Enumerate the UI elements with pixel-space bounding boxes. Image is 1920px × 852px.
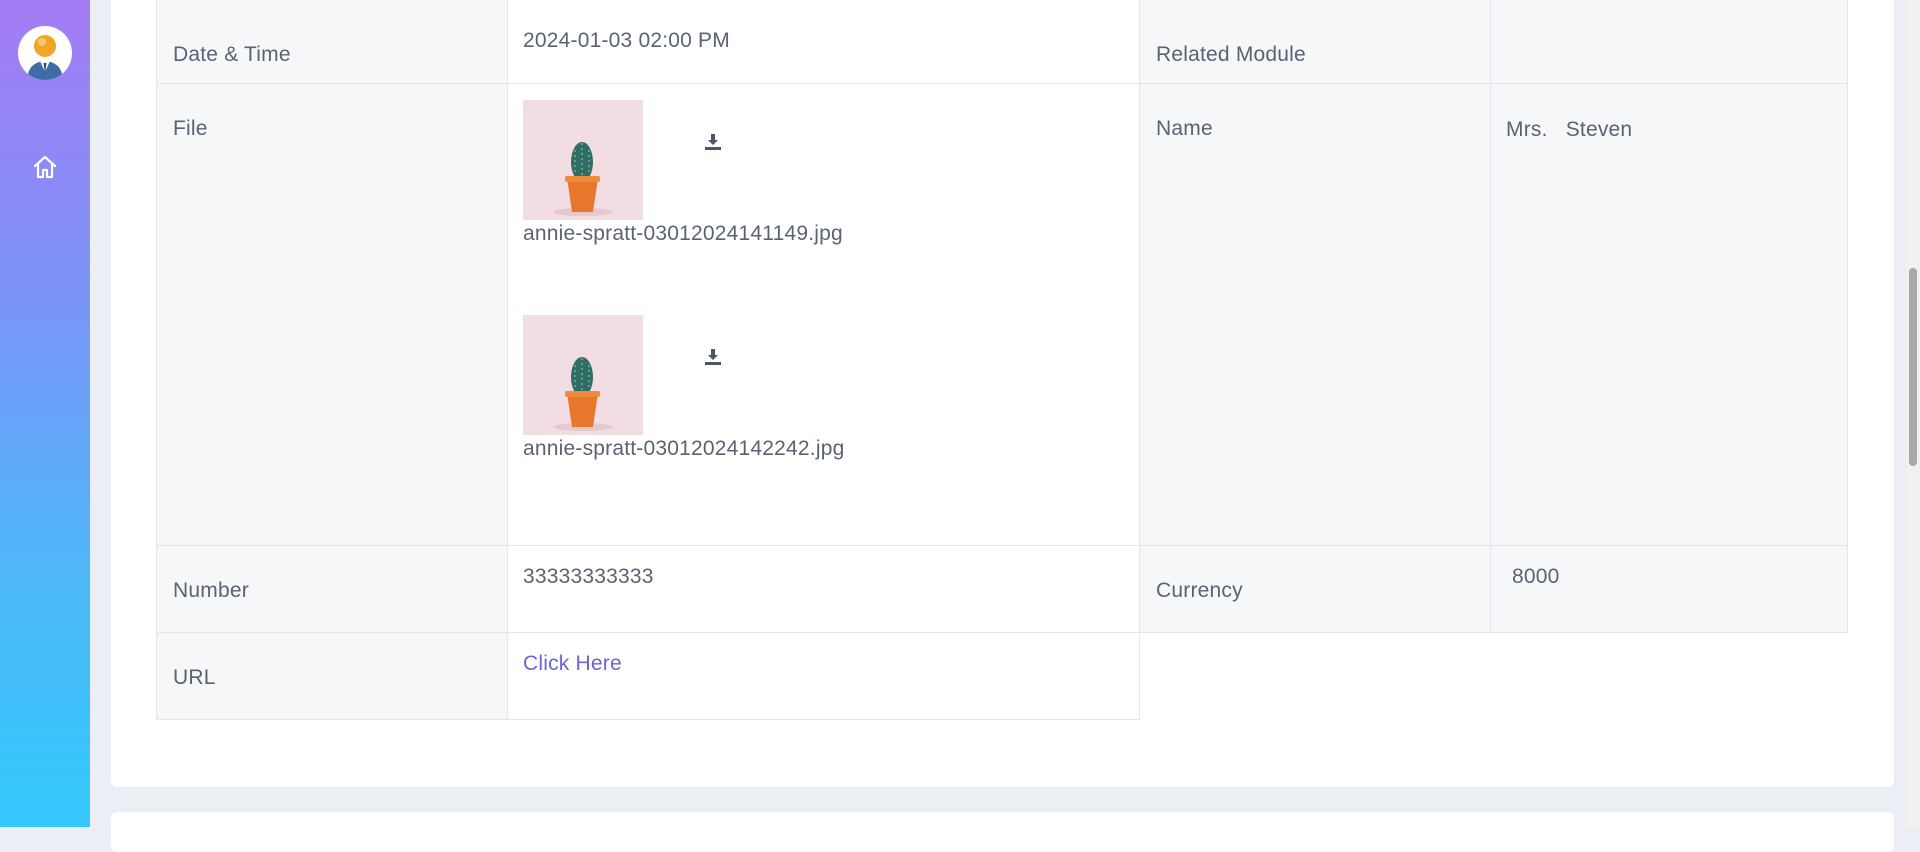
file-thumbnail-2[interactable] <box>523 315 643 435</box>
number-label: Number <box>173 579 249 602</box>
file-thumbnail-1[interactable] <box>523 100 643 220</box>
number-label-cell: Number <box>156 545 508 633</box>
avatar-image <box>19 27 71 80</box>
currency-value: 8000 <box>1506 565 1560 588</box>
url-label: URL <box>173 666 216 689</box>
sidebar <box>0 0 90 827</box>
download-icon[interactable] <box>703 347 723 367</box>
related-module-label-cell: Related Module <box>1139 0 1491 84</box>
currency-label-cell: Currency <box>1139 545 1491 633</box>
file-label: File <box>173 117 208 140</box>
number-value: 33333333333 <box>523 565 654 588</box>
name-value-cell: Mrs. Steven <box>1490 83 1848 546</box>
date-time-value: 2024-01-03 02:00 PM <box>523 29 730 52</box>
name-value: Mrs. Steven <box>1506 118 1633 141</box>
currency-label: Currency <box>1156 579 1243 602</box>
related-module-label: Related Module <box>1156 43 1306 66</box>
url-link[interactable]: Click Here <box>523 652 622 676</box>
page-scrollbar[interactable] <box>1906 0 1920 827</box>
user-avatar[interactable] <box>18 26 72 80</box>
file-value-cell: annie-spratt-03012024141149.jpg annie-sp… <box>507 83 1140 546</box>
currency-value-cell: 8000 <box>1490 545 1848 633</box>
url-value-cell: Click Here <box>507 632 1140 720</box>
date-time-label-cell: Date & Time <box>156 0 508 84</box>
file-name-2[interactable]: annie-spratt-03012024142242.jpg <box>523 437 844 461</box>
related-module-value-cell <box>1490 0 1848 84</box>
download-icon[interactable] <box>703 132 723 152</box>
date-time-label: Date & Time <box>173 43 291 66</box>
next-card <box>111 812 1894 852</box>
file-label-cell: File <box>156 83 508 546</box>
home-icon[interactable] <box>31 153 59 181</box>
date-time-value-cell: 2024-01-03 02:00 PM <box>507 0 1140 84</box>
number-value-cell: 33333333333 <box>507 545 1140 633</box>
file-name-1[interactable]: annie-spratt-03012024141149.jpg <box>523 222 843 246</box>
name-label: Name <box>1156 117 1213 140</box>
name-label-cell: Name <box>1139 83 1491 546</box>
url-label-cell: URL <box>156 632 508 720</box>
scrollbar-thumb[interactable] <box>1909 268 1917 466</box>
